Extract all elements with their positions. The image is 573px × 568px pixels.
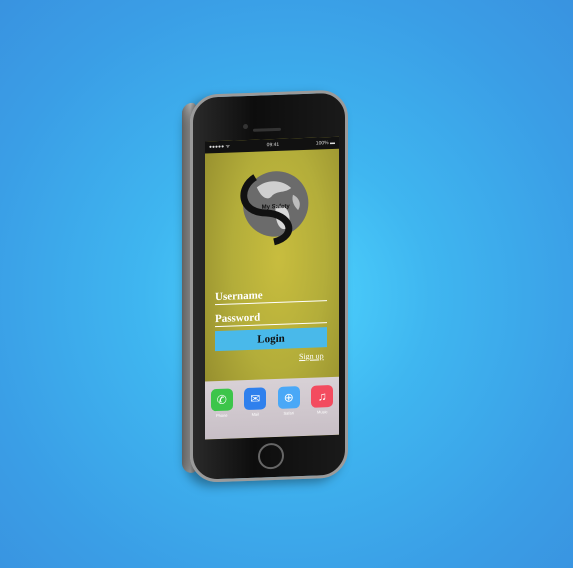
home-button[interactable] [258, 442, 284, 470]
earpiece-speaker [253, 127, 281, 132]
dock-app-label: Phone [215, 412, 228, 419]
status-time: 09:41 [266, 141, 280, 149]
username-field[interactable]: Username [215, 287, 327, 306]
signal-status: ●●●●● ᯤ [209, 143, 231, 151]
username-placeholder: Username [215, 289, 263, 304]
scene-background: ●●●●● ᯤ 09:41 100% ▬ My Safety Username [0, 0, 573, 568]
login-button[interactable]: Login [215, 327, 327, 352]
status-bar: ●●●●● ᯤ 09:41 100% ▬ [205, 136, 339, 154]
safari-icon: ⊕ [277, 386, 300, 409]
battery-status: 100% ▬ [315, 139, 335, 147]
dock-app-mail[interactable]: ✉ Mail [241, 387, 269, 417]
dock-app-phone[interactable]: ✆ Phone [208, 388, 236, 418]
front-camera-icon [243, 123, 248, 130]
phone-icon: ✆ [210, 388, 233, 412]
signup-link[interactable]: Sign up [299, 351, 324, 361]
globe-logo-icon: My Safety [240, 171, 309, 246]
dock-app-label: Music [317, 409, 328, 415]
music-icon: ♫ [311, 384, 334, 408]
app-dock: ✆ Phone ✉ Mail ⊕ Safari ♫ Music [205, 376, 339, 440]
phone: ●●●●● ᯤ 09:41 100% ▬ My Safety Username [182, 89, 360, 483]
phone-screen: ●●●●● ᯤ 09:41 100% ▬ My Safety Username [205, 136, 339, 440]
mail-icon: ✉ [244, 387, 267, 411]
password-field[interactable]: Password [215, 309, 327, 328]
password-placeholder: Password [215, 311, 261, 326]
phone-body: ●●●●● ᯤ 09:41 100% ▬ My Safety Username [190, 89, 348, 483]
dock-app-safari[interactable]: ⊕ Safari [275, 386, 303, 416]
dock-app-label: Safari [283, 410, 294, 416]
dock-app-label: Mail [251, 411, 259, 417]
logo-text: My Safety [262, 204, 291, 211]
dock-app-music[interactable]: ♫ Music [308, 384, 336, 415]
